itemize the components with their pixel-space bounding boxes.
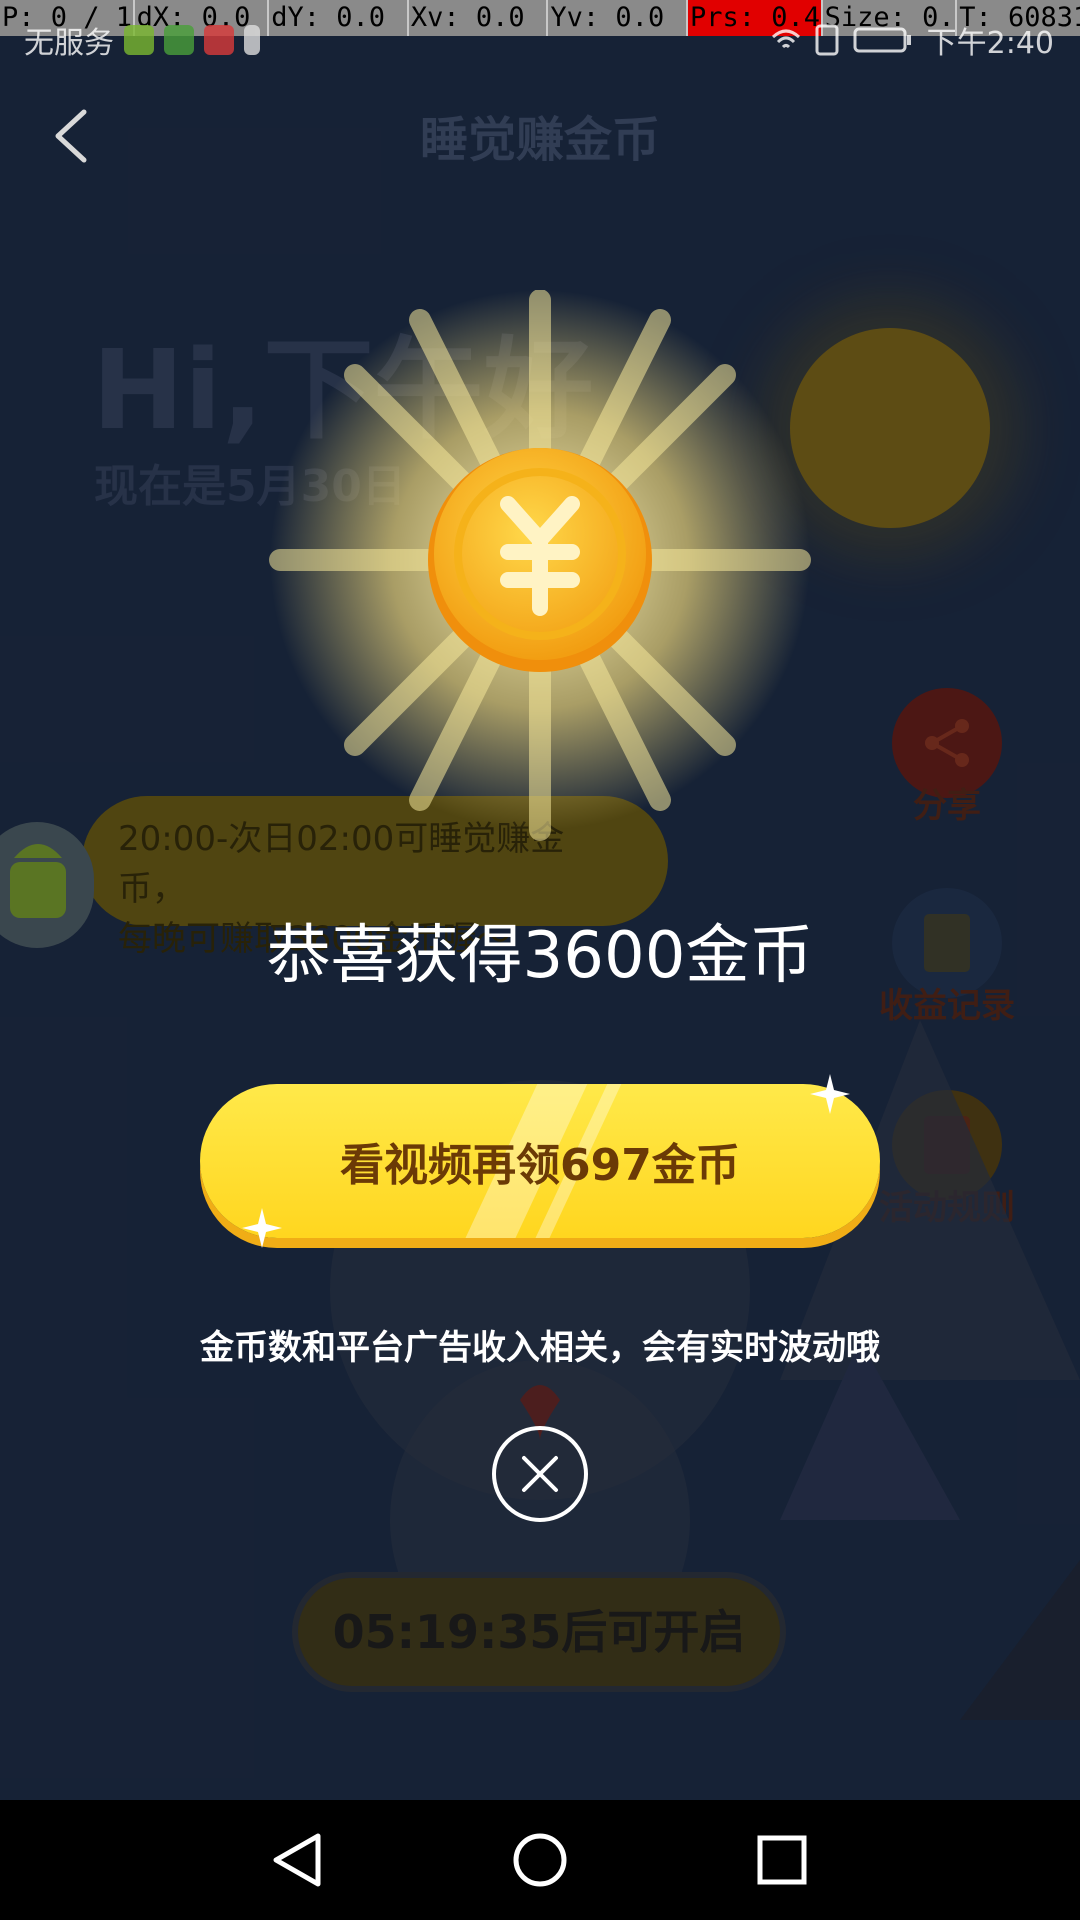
news-notification-icon — [204, 25, 234, 55]
watch-video-button-wrap: 看视频再领697金币 — [200, 1074, 880, 1248]
coin-burst-icon — [269, 290, 811, 841]
watch-video-label: 看视频再领697金币 — [340, 1140, 740, 1191]
close-popup-button[interactable] — [492, 1426, 588, 1522]
carrier-text: 无服务 — [24, 26, 114, 61]
wifi-icon — [771, 29, 800, 49]
battery-icon — [853, 27, 911, 53]
alert-icon — [244, 25, 260, 55]
sparkle-icon — [242, 1208, 282, 1248]
disclaimer-text: 金币数和平台广告收入相关，会有实时波动哦 — [200, 1328, 880, 1368]
sleep-earn-screen: 睡觉赚金币 Hi,下午好 现在是5月30日 20:00-次日02:00可睡觉赚金… — [0, 0, 1080, 1920]
modal-dim-overlay — [0, 0, 1080, 1800]
nav-recents-icon[interactable] — [752, 1830, 812, 1890]
reward-title: 恭喜获得3600金币 — [266, 919, 814, 993]
status-bar: 无服务 下午2:40 — [0, 18, 1080, 61]
clock-text: 下午2:40 — [926, 26, 1054, 61]
sparkle-icon — [810, 1074, 850, 1114]
sim-icon — [815, 24, 839, 56]
nav-home-icon[interactable] — [510, 1830, 570, 1890]
nav-back-icon[interactable] — [268, 1830, 328, 1890]
close-icon — [522, 1456, 558, 1492]
watch-video-button[interactable]: 看视频再领697金币 — [200, 1084, 880, 1238]
navigation-bar — [0, 1800, 1080, 1920]
app-notification-icon — [164, 25, 194, 55]
app-notification-icon — [124, 25, 154, 55]
